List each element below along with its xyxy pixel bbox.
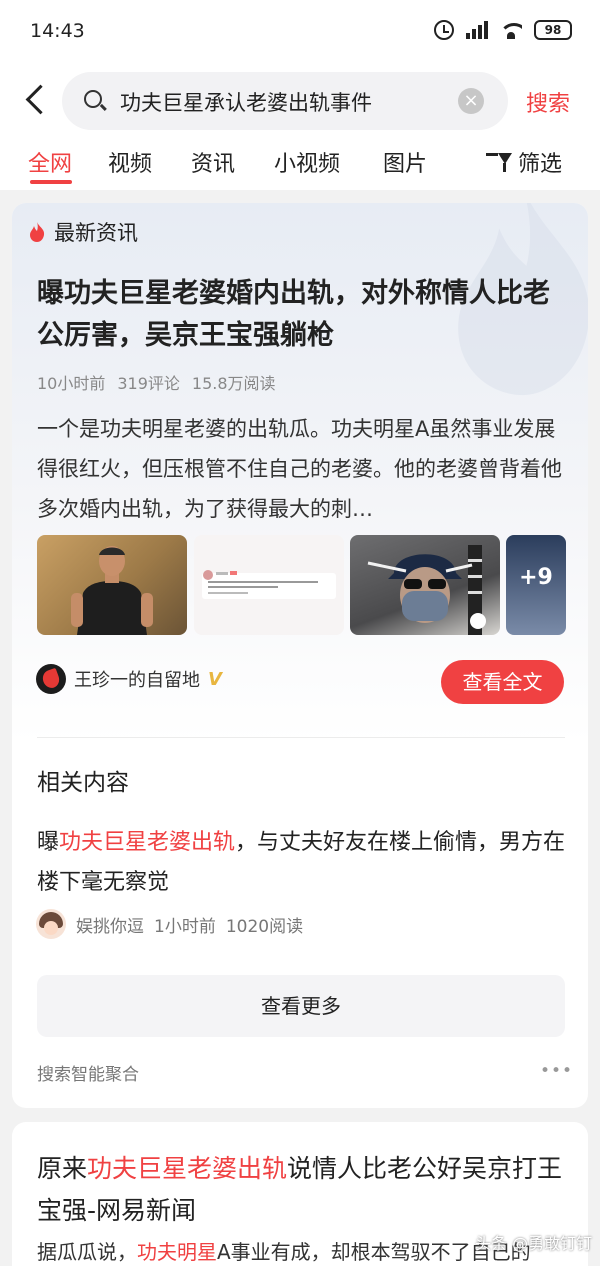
- related-time: 1小时前: [154, 916, 216, 937]
- author-info[interactable]: 王珍一的自留地 V: [36, 664, 222, 694]
- photo-thumbnail[interactable]: [37, 535, 187, 635]
- related-content-title: 相关内容: [37, 770, 129, 796]
- wifi-icon: [500, 21, 522, 39]
- search-query-text: 功夫巨星承认老婆出轨事件: [120, 91, 372, 115]
- masked-man-image: [367, 545, 486, 635]
- image-strip: +9: [37, 535, 566, 635]
- read-full-article-button[interactable]: 查看全文: [441, 660, 564, 704]
- weibo-post-image: [202, 570, 336, 599]
- news-reads: 15.8万阅读: [191, 374, 276, 393]
- search-input[interactable]: 功夫巨星承认老婆出轨事件 ×: [62, 72, 508, 130]
- result-headline[interactable]: 原来功夫巨星老婆出轨说情人比老公好吴京打王宝强-网易新闻: [37, 1148, 567, 1232]
- filter-button[interactable]: 筛选: [486, 146, 562, 178]
- result-summary-keyword: 功夫明星: [137, 1240, 217, 1264]
- news-meta: 10小时前 319评论 15.8万阅读: [37, 370, 276, 394]
- fire-icon: [30, 222, 45, 242]
- status-icons: 98: [434, 20, 572, 40]
- screenshot-thumbnail[interactable]: [194, 535, 344, 635]
- tab-video[interactable]: 视频: [108, 146, 152, 178]
- news-comments: 319评论: [117, 374, 180, 393]
- man-figure-image: [71, 546, 153, 635]
- tab-images[interactable]: 图片: [383, 146, 427, 178]
- avatar: [36, 909, 66, 939]
- related-reads: 1020阅读: [225, 916, 304, 937]
- result-headline-prefix: 原来: [37, 1154, 88, 1183]
- status-time: 14:43: [30, 20, 85, 42]
- clear-icon[interactable]: ×: [458, 88, 484, 114]
- back-arrow-icon[interactable]: [22, 84, 48, 114]
- alarm-icon: [434, 20, 454, 40]
- result-summary-prefix: 据瓜瓜说，: [37, 1240, 137, 1264]
- section-header: 最新资讯: [28, 217, 138, 247]
- news-time: 10小时前: [37, 374, 106, 393]
- search-button[interactable]: 搜索: [526, 86, 570, 118]
- status-bar: 14:43 98: [0, 0, 600, 64]
- filter-icon: [486, 151, 512, 173]
- related-headline-keyword: 功夫巨星老婆出轨: [59, 830, 236, 855]
- photo-thumbnail[interactable]: [350, 535, 500, 635]
- tab-news[interactable]: 资讯: [191, 146, 235, 178]
- search-bar: 功夫巨星承认老婆出轨事件 × 搜索: [0, 64, 600, 136]
- active-tab-indicator: [30, 180, 72, 184]
- tab-short-video[interactable]: 小视频: [274, 146, 340, 178]
- battery-icon: 98: [534, 20, 572, 40]
- news-summary: 一个是功夫明星老婆的出轨瓜。功夫明星A虽然事业发展得很红火，但压根管不住自己的老…: [37, 417, 562, 521]
- more-options-icon[interactable]: •••: [540, 1061, 573, 1081]
- signal-icon: [466, 21, 488, 39]
- author-name: 王珍一的自留地: [74, 670, 200, 691]
- category-tabs: 全网 视频 资讯 小视频 图片 筛选: [0, 136, 600, 190]
- aggregation-label: 搜索智能聚合: [37, 1065, 139, 1085]
- news-headline[interactable]: 曝功夫巨星老婆婚内出轨，对外称情人比老公厉害，吴京王宝强躺枪: [37, 273, 567, 357]
- filter-label: 筛选: [518, 152, 563, 177]
- more-images-count: +9: [519, 565, 553, 590]
- divider: [37, 737, 565, 738]
- related-meta: 娱挑你逗 1小时前 1020阅读: [36, 909, 303, 939]
- related-headline[interactable]: 曝功夫巨星老婆出轨，与丈夫好友在楼上偷情，男方在楼下毫无察觉: [37, 823, 567, 903]
- section-title: 最新资讯: [54, 221, 138, 245]
- watermark: 头条 @勇敢钉钉: [475, 1234, 593, 1253]
- verified-badge: V: [208, 668, 222, 690]
- view-more-button[interactable]: 查看更多: [37, 975, 565, 1037]
- avatar: [36, 664, 66, 694]
- result-headline-keyword: 功夫巨星老婆出轨: [87, 1154, 288, 1183]
- related-headline-prefix: 曝: [37, 830, 60, 855]
- more-images-thumbnail[interactable]: +9: [506, 535, 566, 635]
- latest-news-card: 最新资讯 曝功夫巨星老婆婚内出轨，对外称情人比老公厉害，吴京王宝强躺枪 10小时…: [12, 203, 588, 1108]
- search-icon: [84, 90, 102, 108]
- tab-all-web[interactable]: 全网: [28, 146, 72, 178]
- related-author: 娱挑你逗: [76, 916, 144, 937]
